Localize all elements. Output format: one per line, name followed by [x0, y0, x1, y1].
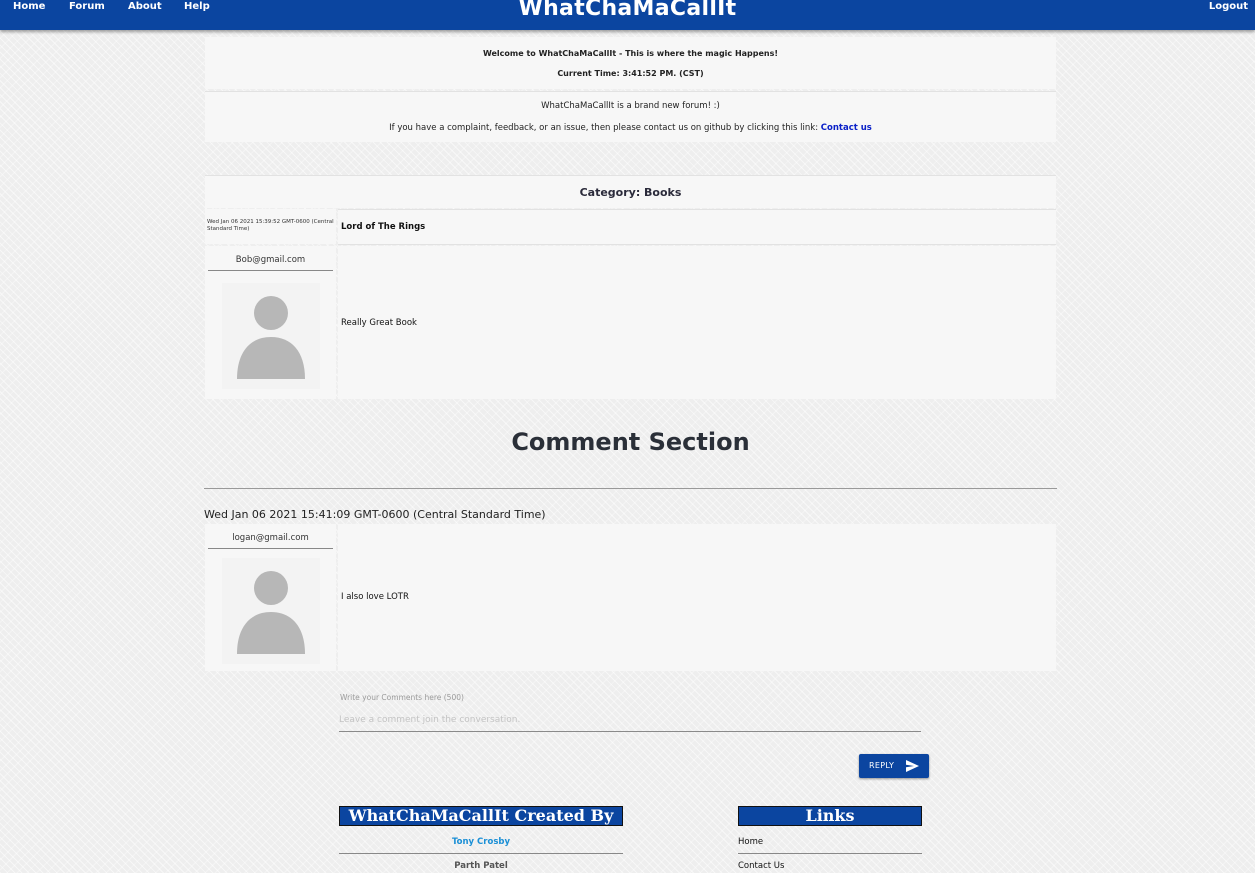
avatar	[222, 283, 320, 389]
footer-author-link[interactable]: Parth Patel	[339, 861, 623, 871]
divider	[738, 853, 922, 854]
avatar	[222, 558, 320, 664]
post-timestamp: Wed Jan 06 2021 15:39:52 GMT-0600 (Centr…	[207, 219, 334, 232]
category-title: Category: Books	[579, 186, 682, 199]
site-brand: WhatChaMaCallIt	[518, 0, 737, 21]
comment-author-email: logan@gmail.com	[232, 533, 309, 543]
post-timestamp-cell: Wed Jan 06 2021 15:39:52 GMT-0600 (Centr…	[205, 209, 336, 244]
user-silhouette-icon	[237, 296, 305, 379]
contact-notice-text: If you have a complaint, feedback, or an…	[389, 123, 819, 133]
reply-button-label: REPLY	[869, 761, 895, 770]
post-body: Really Great Book	[341, 318, 417, 328]
post-author-email: Bob@gmail.com	[235, 255, 306, 265]
divider	[204, 488, 1057, 489]
comment-author-card: logan@gmail.com	[205, 524, 336, 671]
comment-timestamp: Wed Jan 06 2021 15:41:09 GMT-0600 (Centr…	[204, 508, 546, 521]
post-author-card: Bob@gmail.com	[205, 246, 336, 399]
comment-body-cell: I also love LOTR	[338, 524, 1056, 671]
welcome-panel: Welcome to WhatChaMaCallIt - This is whe…	[205, 37, 1056, 89]
footer-contact-us-link[interactable]: Contact Us	[738, 861, 784, 871]
nav-logout-link[interactable]: Logout	[1209, 0, 1248, 14]
contact-us-link[interactable]: Contact us	[821, 123, 872, 133]
current-time: Current Time: 3:41:52 PM. (CST)	[557, 69, 704, 78]
welcome-message: Welcome to WhatChaMaCallIt - This is whe…	[482, 49, 779, 58]
comment-section-title: Comment Section	[511, 428, 750, 456]
contact-notice: If you have a complaint, feedback, or an…	[205, 123, 1056, 133]
post-body-cell: Really Great Book	[338, 246, 1056, 399]
forum-intro: WhatChaMaCallIt is a brand new forum! :)	[541, 101, 720, 111]
footer-author-link[interactable]: Tony Crosby	[339, 837, 623, 847]
comment-input[interactable]	[339, 709, 921, 732]
divider	[208, 270, 333, 271]
info-panel: WhatChaMaCallIt is a brand new forum! :)…	[205, 91, 1056, 142]
post-title-cell: Lord of The Rings	[338, 209, 1056, 245]
top-navbar: Home Forum About Help WhatChaMaCallIt Lo…	[0, 0, 1255, 30]
post-title: Lord of The Rings	[341, 222, 426, 232]
footer-created-by-title: WhatChaMaCallIt Created By	[339, 806, 623, 826]
send-icon	[906, 760, 919, 772]
user-silhouette-icon	[237, 571, 305, 654]
reply-button[interactable]: REPLY	[859, 754, 929, 778]
comment-field-label: Write your Comments here (500)	[340, 693, 464, 702]
divider	[208, 548, 333, 549]
footer-links-title: Links	[738, 806, 922, 826]
divider	[339, 853, 623, 854]
footer-home-link[interactable]: Home	[738, 837, 763, 847]
category-header: Category: Books	[205, 175, 1056, 208]
comment-body: I also love LOTR	[341, 592, 409, 602]
